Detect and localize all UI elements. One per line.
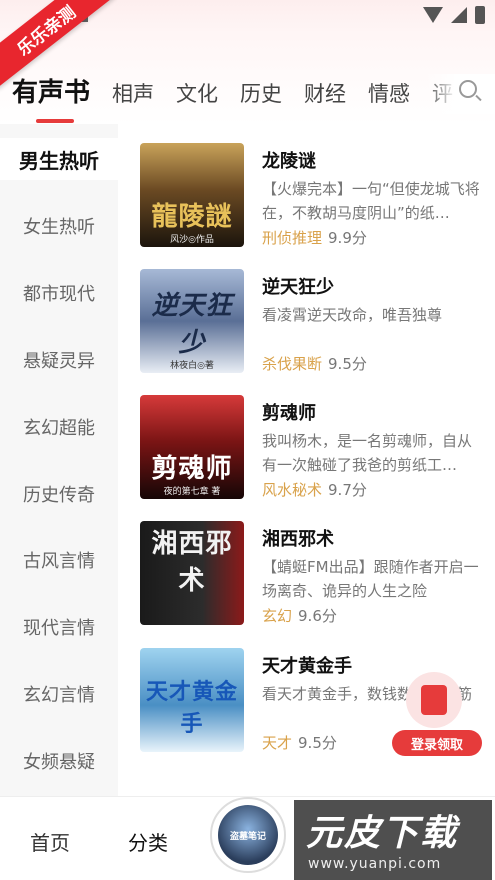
sidebar-item-suspense[interactable]: 悬疑灵异 [0,340,118,380]
sidebar-item-history-legend[interactable]: 历史传奇 [0,474,118,514]
book-score: 9.5分 [328,355,367,373]
watermark-url: www.yuanpi.com [308,856,442,872]
book-genre: 刑侦推理 [262,229,323,247]
list-item[interactable]: 湘西邪术 湘西邪术 【蜻蜓FM出品】跟随作者开启一场离奇、诡异的人生之险 玄幻 9… [118,521,495,631]
book-score: 9.5分 [298,734,337,752]
login-reward-badge[interactable]: 登录领取 [392,672,484,756]
book-score: 9.9分 [328,229,367,247]
sidebar-item-male-hot[interactable]: 男生热听 [0,138,118,180]
sidebar-item-fantasy-romance[interactable]: 玄幻言情 [0,674,118,714]
signal-icon [451,7,467,23]
list-item[interactable]: 剪魂师 夜的第七章 著 剪魂师 我叫杨木，是一名剪魂师，自从有一次触碰了我爸的剪… [118,395,495,505]
list-item[interactable]: 龍陵謎 风沙◎作品 龙陵谜 【火爆完本】一句“但使龙城飞将在，不教胡马度阴山”的… [118,143,495,253]
book-title: 逆天狂少 [262,277,334,298]
tab-emotion[interactable]: 情感 [368,78,410,108]
sidebar-item-modern-romance[interactable]: 现代言情 [0,607,118,647]
book-cover: 湘西邪术 [140,521,244,625]
watermark-brand: 元皮下载 [306,813,459,854]
sidebar-item-female-suspense[interactable]: 女频悬疑 [0,741,118,781]
book-description: 我叫杨木，是一名剪魂师，自从有一次触碰了我爸的剪纸工… [262,432,473,474]
sidebar: 男生热听 女生热听 都市现代 悬疑灵异 玄幻超能 历史传奇 古风言情 现代言情 … [0,124,118,796]
battery-icon [475,6,485,24]
sidebar-item-ancient-romance[interactable]: 古风言情 [0,540,118,580]
book-description: 【蜻蜓FM出品】跟随作者开启一场离奇、诡异的人生之险 [262,558,479,600]
wifi-icon [423,7,443,23]
book-genre: 玄幻 [262,607,293,625]
book-description: 看凌霄逆天改命，唯吾独尊 [262,306,443,324]
now-playing-button[interactable]: 盗墓笔记 [210,797,286,873]
book-score: 9.7分 [328,481,367,499]
book-cover: 龍陵謎 风沙◎作品 [140,143,244,247]
book-title: 天才黄金手 [262,656,352,677]
sidebar-item-fantasy[interactable]: 玄幻超能 [0,407,118,447]
book-genre: 天才 [262,734,293,752]
sidebar-item-female-hot[interactable]: 女生热听 [0,206,118,246]
tab-culture[interactable]: 文化 [176,78,218,108]
book-genre: 杀伐果断 [262,355,323,373]
tab-finance[interactable]: 财经 [304,78,346,108]
nav-category[interactable]: 分类 [128,827,168,856]
book-description: 【火爆完本】一句“但使龙城飞将在，不教胡马度阴山”的纸… [262,180,480,222]
book-cover: 天才黄金手 [140,648,244,752]
book-title: 龙陵谜 [262,151,316,172]
watermark: 元皮下载 www.yuanpi.com [294,800,492,880]
book-title: 剪魂师 [262,403,316,424]
book-title: 湘西邪术 [262,529,334,550]
book-cover: 逆天狂少 林夜白◎著 [140,269,244,373]
tab-crosstalk[interactable]: 相声 [112,78,154,108]
book-genre: 风水秘术 [262,481,323,499]
now-playing-cover: 盗墓笔记 [218,805,278,865]
sidebar-item-urban[interactable]: 都市现代 [0,273,118,313]
active-tab-indicator [36,119,74,123]
category-tab-bar: 有声书 相声 文化 历史 财经 情感 评 [0,34,495,124]
tab-audiobook[interactable]: 有声书 [12,72,90,123]
book-score: 9.6分 [298,607,337,625]
list-item[interactable]: 逆天狂少 林夜白◎著 逆天狂少 看凌霄逆天改命，唯吾独尊 杀伐果断 9.5分 [118,269,495,379]
book-cover: 剪魂师 夜的第七章 著 [140,395,244,499]
tab-history[interactable]: 历史 [240,78,282,108]
search-icon[interactable] [459,80,477,98]
login-reward-button[interactable]: 登录领取 [392,730,482,756]
nav-home[interactable]: 首页 [30,827,70,856]
red-envelope-icon [406,672,462,728]
